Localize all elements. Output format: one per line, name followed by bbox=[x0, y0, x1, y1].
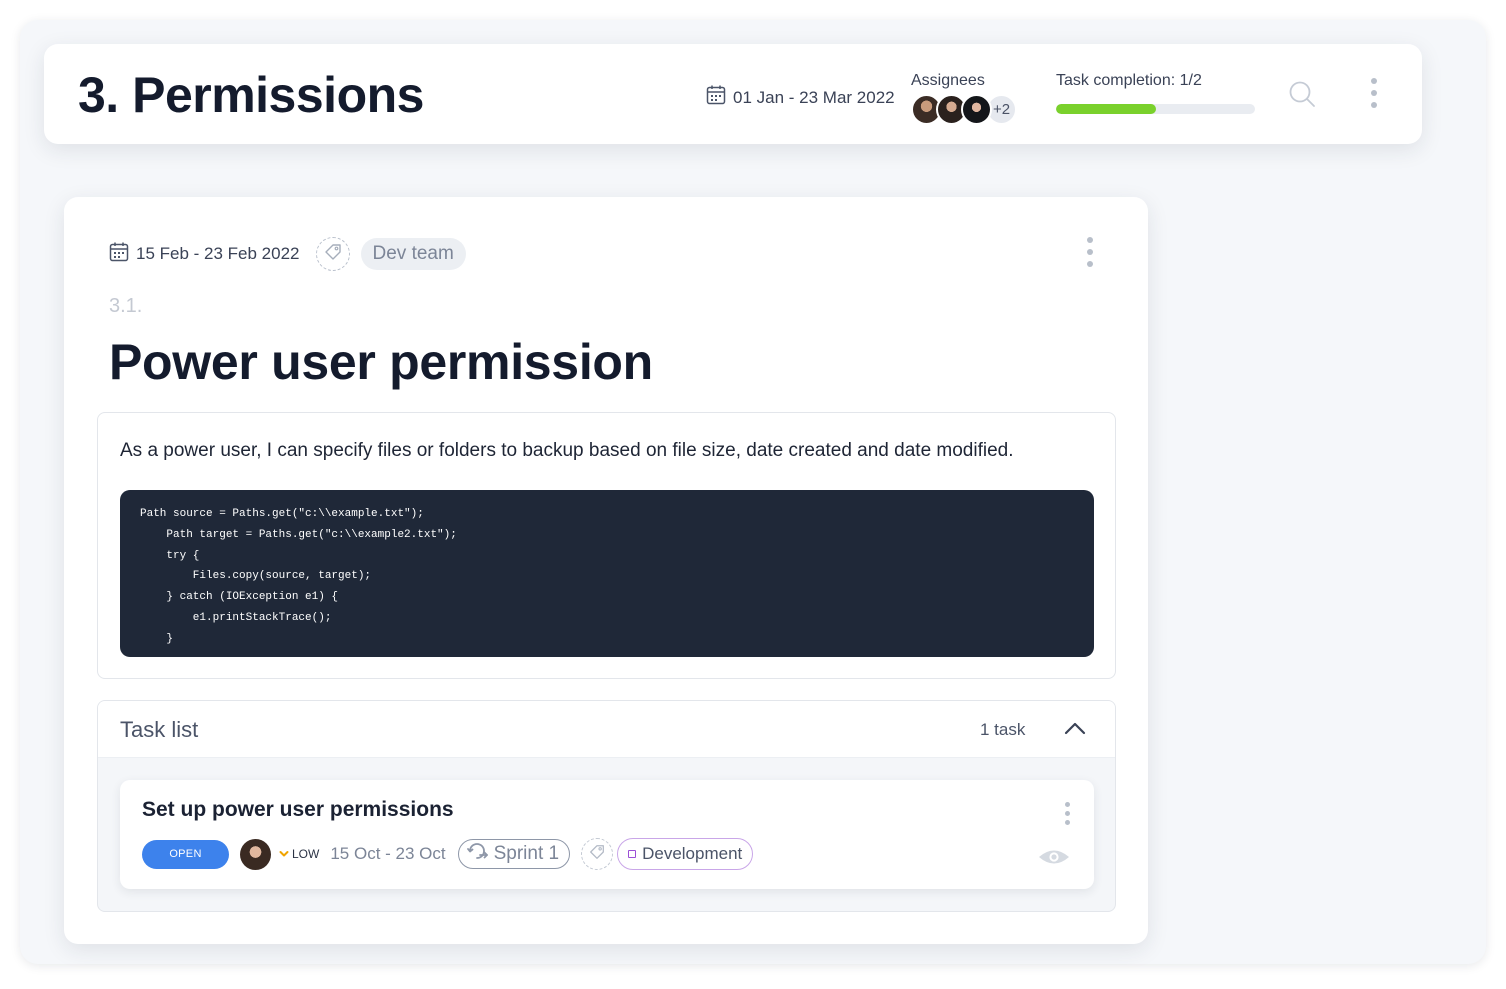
completion-progress-bar bbox=[1056, 104, 1255, 114]
code-block: Path source = Paths.get("c:\\example.txt… bbox=[120, 490, 1094, 657]
chevron-up-icon[interactable] bbox=[1064, 721, 1086, 740]
code-line: Path source = Paths.get("c:\\example.txt… bbox=[140, 508, 424, 520]
chevron-down-icon bbox=[279, 847, 289, 861]
sprint-chip[interactable]: Sprint 1 bbox=[457, 839, 571, 869]
code-line: Path target = Paths.get("c:\\example2.tx… bbox=[140, 528, 457, 541]
add-tag-button[interactable] bbox=[315, 237, 350, 271]
status-badge[interactable]: OPEN bbox=[142, 839, 229, 869]
sprint-icon bbox=[466, 842, 489, 866]
completion-progress-fill bbox=[1056, 104, 1156, 114]
story-date-range[interactable]: 15 Feb - 23 Feb 2022 bbox=[109, 242, 300, 267]
story-meta: 15 Feb - 23 Feb 2022 Dev team bbox=[109, 237, 466, 271]
story-number: 3.1. bbox=[109, 295, 143, 317]
priority-indicator[interactable]: LOW bbox=[279, 847, 319, 861]
task-list: Task list 1 task Set up power user permi… bbox=[97, 700, 1116, 912]
epic-date-range[interactable]: 01 Jan - 23 Mar 2022 bbox=[706, 85, 895, 110]
code-line: } catch (IOException e1) { bbox=[140, 591, 339, 604]
task-count: 1 task bbox=[980, 720, 1026, 739]
task-list-header[interactable]: Task list 1 task bbox=[98, 701, 1115, 758]
tag-icon bbox=[323, 242, 343, 267]
assignees[interactable]: Assignees +2 bbox=[911, 72, 1017, 125]
code-line: } bbox=[140, 632, 174, 645]
epic-date-text: 01 Jan - 23 Mar 2022 bbox=[733, 87, 895, 107]
code-line: try { bbox=[140, 549, 200, 562]
task-title[interactable]: Set up power user permissions bbox=[142, 798, 454, 822]
code-line: Files.copy(source, target); bbox=[140, 570, 372, 583]
page-title: 3. Permissions bbox=[78, 67, 424, 123]
calendar-icon bbox=[109, 242, 129, 267]
task-meta: OPEN LOW 15 Oct - 23 Oct Sprint 1 Develo… bbox=[142, 838, 754, 870]
more-vertical-icon[interactable] bbox=[1087, 237, 1093, 267]
eye-icon[interactable] bbox=[1037, 847, 1071, 872]
story-card: 15 Feb - 23 Feb 2022 Dev team 3.1. Power… bbox=[64, 197, 1148, 944]
code-line: e1.printStackTrace(); bbox=[140, 611, 332, 624]
calendar-icon bbox=[706, 85, 726, 110]
team-tag[interactable]: Dev team bbox=[360, 238, 466, 270]
task-completion-label: Task completion: 1/2 bbox=[1056, 72, 1202, 89]
task-item[interactable]: Set up power user permissions OPEN LOW 1… bbox=[120, 780, 1094, 889]
assignees-label: Assignees bbox=[911, 72, 985, 89]
tag-icon bbox=[588, 843, 606, 866]
task-list-title: Task list bbox=[120, 717, 199, 742]
story-description: As a power user, I can specify files or … bbox=[97, 412, 1116, 679]
task-completion: Task completion: 1/2 bbox=[1056, 72, 1255, 114]
priority-label: LOW bbox=[292, 847, 320, 861]
label-chip[interactable]: Development bbox=[617, 838, 754, 870]
more-vertical-icon[interactable] bbox=[1371, 78, 1377, 108]
search-icon[interactable] bbox=[1288, 80, 1316, 113]
sprint-label: Sprint 1 bbox=[493, 843, 560, 864]
label-text: Development bbox=[642, 844, 743, 863]
story-date-text: 15 Feb - 23 Feb 2022 bbox=[136, 244, 300, 263]
add-tag-button[interactable] bbox=[581, 838, 614, 870]
more-vertical-icon[interactable] bbox=[1065, 802, 1070, 825]
story-title: Power user permission bbox=[109, 334, 653, 390]
epic-header: 3. Permissions 01 Jan - 23 Mar 2022 Assi… bbox=[44, 44, 1422, 144]
description-text: As a power user, I can specify files or … bbox=[120, 440, 1014, 461]
task-date-range[interactable]: 15 Oct - 23 Oct bbox=[330, 844, 445, 864]
assignee-avatars[interactable]: +2 bbox=[911, 94, 1017, 125]
avatar[interactable] bbox=[240, 838, 271, 870]
avatar[interactable] bbox=[961, 94, 992, 125]
label-color-icon bbox=[628, 850, 637, 858]
